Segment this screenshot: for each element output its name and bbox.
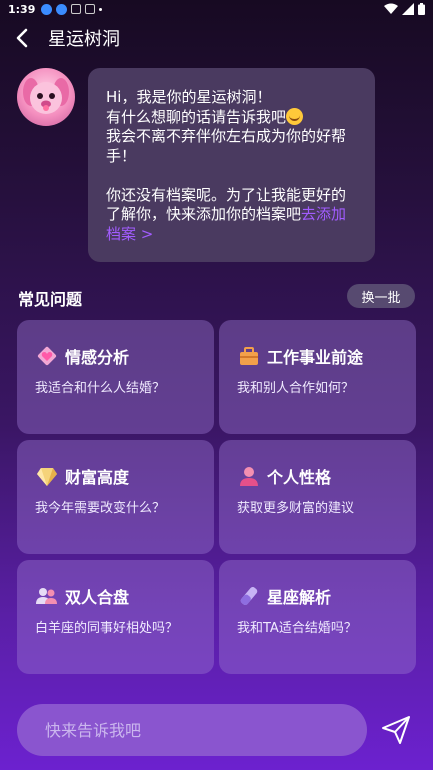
status-bar: 1:39: [0, 0, 433, 18]
heart-icon: [35, 344, 59, 368]
faq-card-emotion[interactable]: 情感分析 我适合和什么人结婚？: [17, 320, 214, 434]
page-title: 星运树洞: [48, 29, 120, 50]
card-question: 我今年需要改变什么？: [35, 501, 166, 516]
greeting-bubble: Hi，我是你的星运树洞！ 有什么想聊的话请告诉我吧 我会不离不弃伴你左右成为你的…: [88, 68, 375, 262]
card-title: 双人合盘: [65, 588, 130, 607]
signal-icon: [402, 3, 414, 15]
faq-card-personality[interactable]: 个人性格 获取更多财富的建议: [219, 440, 416, 554]
gem-icon: [35, 464, 59, 488]
back-button[interactable]: [2, 22, 42, 54]
greeting-line: 你还没有档案呢。为了让我能更好的了解你，快来添加你的档案吧去添加档案 >: [106, 186, 359, 245]
faq-card-couple[interactable]: 双人合盘 白羊座的同事好相处吗？: [17, 560, 214, 674]
greeting-line: 我会不离不弃伴你左右成为你的好帮手！: [106, 127, 347, 165]
wifi-icon: [384, 3, 398, 14]
greeting-text: 有什么想聊的话请告诉我吧: [106, 107, 287, 126]
card-question: 我和别人合作如何？: [237, 381, 355, 396]
battery-icon: [418, 3, 425, 15]
greeting-line: Hi，我是你的星运树洞！: [106, 88, 272, 106]
message-input-bar[interactable]: [17, 704, 367, 756]
card-title: 财富高度: [65, 468, 130, 487]
avatar: [17, 68, 75, 126]
card-question: 获取更多财富的建议: [237, 501, 355, 516]
status-time: 1:39: [8, 2, 36, 16]
back-arrow-icon: [16, 28, 28, 48]
greeting-line: 有什么想聊的话请告诉我吧: [106, 107, 359, 128]
send-button[interactable]: [380, 714, 412, 746]
refresh-button[interactable]: 换一批: [347, 284, 415, 308]
card-question: 我和TA适合结婚吗？: [237, 621, 357, 636]
faq-title: 常见问题: [18, 290, 83, 309]
faq-card-career[interactable]: 工作事业前途 我和别人合作如何？: [219, 320, 416, 434]
faq-card-zodiac[interactable]: 星座解析 我和TA适合结婚吗？: [219, 560, 416, 674]
card-title: 个人性格: [267, 468, 332, 487]
card-title: 情感分析: [65, 348, 130, 367]
more-notifications-icon: [99, 7, 103, 11]
briefcase-icon: [237, 344, 261, 368]
notification-icon: [56, 3, 68, 15]
notification-icon: [41, 3, 53, 15]
crystal-icon: [237, 584, 261, 608]
faq-card-wealth[interactable]: 财富高度 我今年需要改变什么？: [17, 440, 214, 554]
header: 星运树洞: [0, 22, 433, 54]
puppy-avatar-icon: [23, 78, 69, 114]
box-icon: [85, 4, 96, 14]
smile-emoji-icon: [286, 107, 304, 125]
card-question: 我适合和什么人结婚？: [35, 381, 166, 396]
card-title: 工作事业前途: [267, 348, 364, 367]
card-question: 白羊座的同事好相处吗？: [35, 621, 179, 636]
card-title: 星座解析: [267, 588, 332, 607]
couple-icon: [35, 584, 59, 608]
message-input[interactable]: [45, 720, 367, 740]
person-icon: [237, 464, 261, 488]
notification-icon: [71, 4, 82, 14]
send-icon: [382, 716, 410, 744]
